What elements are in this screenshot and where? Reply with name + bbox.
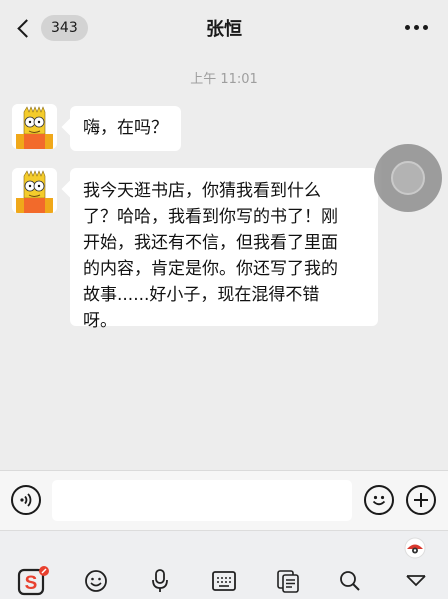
message-input[interactable] [52,480,352,521]
ime-toolbar-row: S [0,563,448,599]
clipboard-icon[interactable] [268,563,308,599]
search-icon[interactable] [330,563,370,599]
message-line: 故事......好小子，现在混得不错 [83,285,320,305]
plus-icon[interactable] [406,485,436,515]
floating-assistive-button[interactable] [374,144,442,212]
chat-input-bar [0,470,448,530]
ime-toolbar: S [0,530,448,599]
message-line: 呀。 [83,311,117,331]
keyboard-icon[interactable] [204,563,244,599]
message-bubble[interactable]: 我今天逛书店，你猜我看到什么 了？哈哈，我看到你写的书了！刚 开始，我还有不信，… [70,168,378,331]
message-timestamp: 上午 11:01 [190,72,258,87]
sogou-logo-icon[interactable]: S [14,563,54,599]
nav-bar: 343 张恒 [0,0,448,58]
ime-status-indicator-icon[interactable] [404,537,426,559]
assistive-ball-icon [391,161,425,195]
svg-text:S: S [25,573,38,594]
message-bubble[interactable]: 嗨，在吗？ [70,106,181,151]
voice-icon[interactable] [11,485,41,515]
chat-title: 张恒 [206,19,242,40]
more-dots-icon[interactable] [405,25,428,30]
message-text: 嗨，在吗？ [83,118,168,138]
emoji-face-icon[interactable] [76,563,116,599]
message-line: 开始，我还有不信，但我看了里面 [83,233,338,253]
message-line: 了？哈哈，我看到你写的书了！刚 [83,207,338,227]
contact-avatar[interactable] [12,104,57,149]
emoji-icon[interactable] [364,485,394,515]
message-line: 的内容，肯定是你。你还写了我的 [83,259,338,279]
collapse-icon[interactable] [396,563,436,599]
microphone-icon[interactable] [140,563,180,599]
contact-avatar[interactable] [12,168,57,213]
message-line: 我今天逛书店，你猜我看到什么 [83,181,321,201]
